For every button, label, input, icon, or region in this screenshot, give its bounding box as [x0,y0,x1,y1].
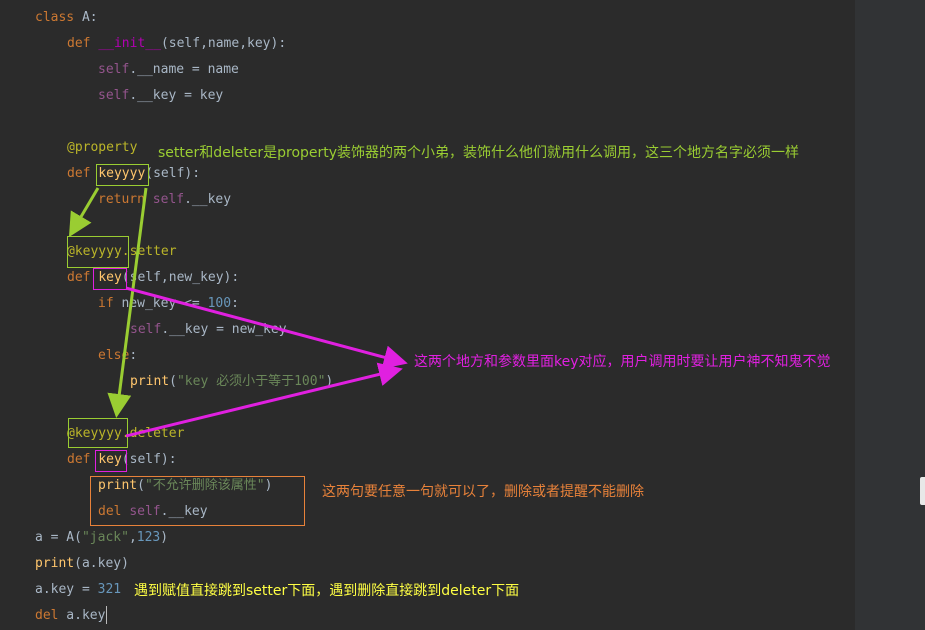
arrow-to-setter [68,187,100,238]
property-annotation: setter和deleter是property装饰器的两个小弟，装饰什么他们就用… [158,145,800,161]
jump-annotation: 遇到赋值直接跳到setter下面，遇到删除直接跳到deleter下面 [134,583,520,599]
arrow-deleter-key [125,362,403,438]
either-annotation: 这两句要任意一句就可以了，删除或者提醒不能删除 [322,484,644,500]
arrow-to-deleter [107,187,148,418]
arrow-setter-key [125,286,408,369]
annotation-arrows [68,187,408,438]
key-annotation: 这两个地方和参数里面key对应，用户调用时要让用户神不知鬼不觉 [414,354,831,370]
